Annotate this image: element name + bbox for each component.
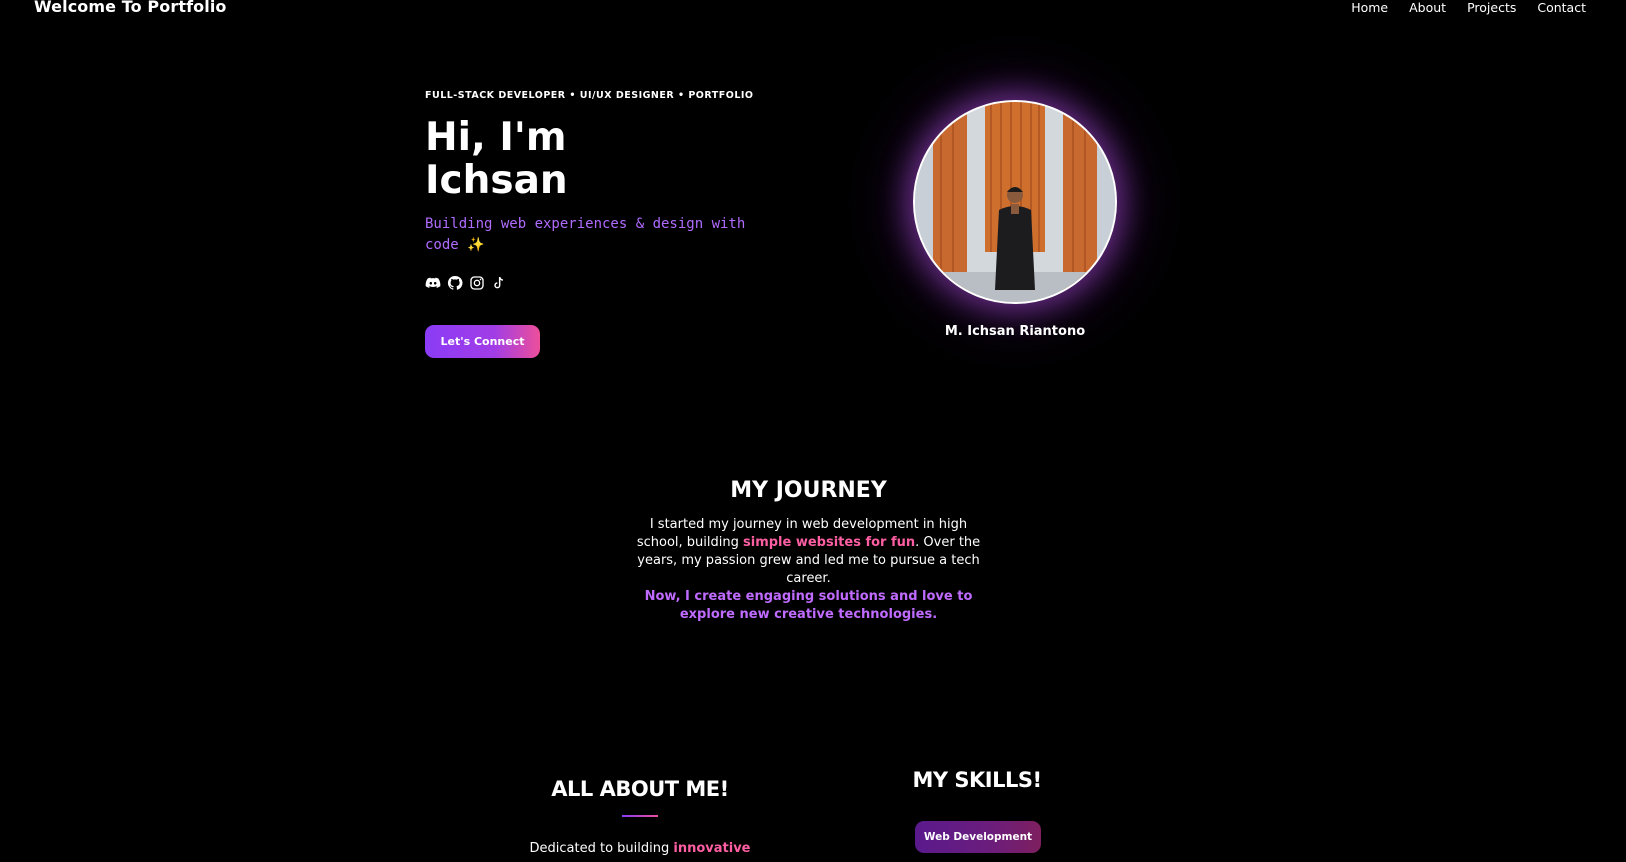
about-text-part-1: Dedicated to building (529, 841, 674, 856)
nav-link-about[interactable]: About (1409, 0, 1446, 15)
about-title-underline (622, 815, 658, 817)
about-text: Dedicated to building innovative (500, 840, 780, 858)
about-highlight: innovative (673, 841, 751, 856)
journey-highlight-fun: simple websites for fun (743, 535, 916, 550)
github-icon[interactable] (447, 275, 463, 291)
lets-connect-button[interactable]: Let's Connect (425, 325, 540, 358)
profile-name: M. Ichsan Riantono (944, 324, 1086, 339)
hero-title-line-2: Ichsan (425, 158, 568, 203)
social-links (425, 275, 507, 291)
journey-text: I started my journey in web development … (636, 516, 981, 624)
journey-highlight-now: Now, I create engaging solutions and lov… (644, 589, 973, 622)
site-brand[interactable]: Welcome To Portfolio (34, 0, 227, 16)
nav-link-contact[interactable]: Contact (1537, 0, 1586, 15)
sparkle-icon: ✨ (467, 237, 485, 253)
profile-photo (913, 100, 1117, 304)
instagram-icon[interactable] (469, 275, 485, 291)
about-title: ALL ABOUT ME! (551, 777, 729, 801)
main-nav: Home About Projects Contact (1351, 0, 1586, 15)
discord-icon[interactable] (425, 275, 441, 291)
tiktok-icon[interactable] (491, 275, 507, 291)
skill-chip-web-development[interactable]: Web Development (915, 821, 1041, 853)
hero-title-line-1: Hi, I'm (425, 115, 567, 160)
nav-link-home[interactable]: Home (1351, 0, 1388, 15)
skills-title: MY SKILLS! (912, 768, 1042, 792)
nav-link-projects[interactable]: Projects (1467, 0, 1516, 15)
journey-title: MY JOURNEY (730, 478, 887, 503)
hero-eyebrow: FULL-STACK DEVELOPER • UI/UX DESIGNER • … (425, 90, 754, 101)
hero-title: Hi, I'm Ichsan (425, 116, 568, 202)
hero-subtitle: Building web experiences & design with c… (425, 214, 785, 256)
